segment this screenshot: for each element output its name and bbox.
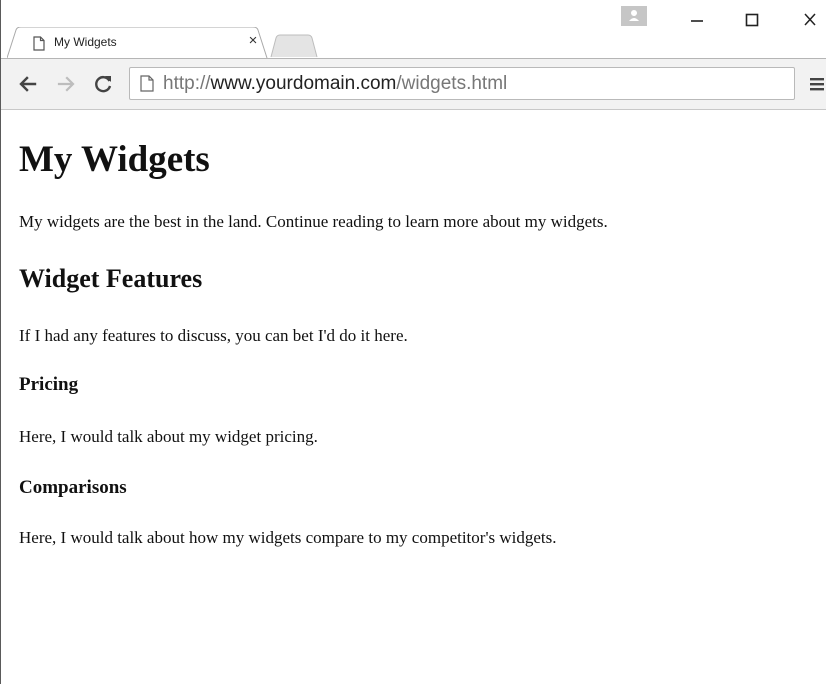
minimize-icon[interactable] — [682, 8, 712, 30]
pricing-heading: Pricing — [19, 374, 79, 395]
tab-title: My Widgets — [54, 35, 117, 49]
url-scheme: http:// — [163, 73, 211, 94]
maximize-icon[interactable] — [737, 8, 767, 30]
page-info-icon[interactable] — [140, 75, 154, 92]
features-paragraph: If I had any features to discuss, you ca… — [19, 326, 408, 345]
hamburger-menu-icon[interactable] — [807, 75, 825, 93]
browser-window: My Widgets × http://www.yourdomain.com/w… — [0, 0, 826, 684]
close-icon[interactable] — [795, 8, 825, 30]
comparisons-heading: Comparisons — [19, 477, 127, 498]
profile-icon[interactable] — [621, 6, 647, 26]
intro-paragraph: My widgets are the best in the land. Con… — [19, 212, 608, 231]
tab-strip: My Widgets × — [1, 0, 826, 58]
tab-shape — [7, 27, 268, 58]
new-tab-button[interactable] — [270, 34, 318, 58]
url-text[interactable]: http://www.yourdomain.com/widgets.html — [163, 73, 507, 95]
close-tab-icon[interactable]: × — [246, 33, 260, 48]
comparisons-paragraph: Here, I would talk about how my widgets … — [19, 528, 557, 547]
pricing-paragraph: Here, I would talk about my widget prici… — [19, 427, 318, 446]
tab-my-widgets[interactable]: My Widgets × — [7, 27, 269, 58]
browser-toolbar: http://www.yourdomain.com/widgets.html — [1, 58, 826, 110]
reload-icon[interactable] — [92, 73, 114, 95]
page-icon — [33, 36, 45, 51]
page-title: My Widgets — [19, 139, 210, 180]
url-domain: www.yourdomain.com — [210, 73, 397, 94]
address-bar[interactable]: http://www.yourdomain.com/widgets.html — [129, 67, 795, 100]
url-path: /widgets.html — [396, 73, 508, 94]
features-heading: Widget Features — [19, 264, 203, 293]
forward-arrow-icon[interactable] — [55, 73, 77, 95]
back-arrow-icon[interactable] — [17, 73, 39, 95]
